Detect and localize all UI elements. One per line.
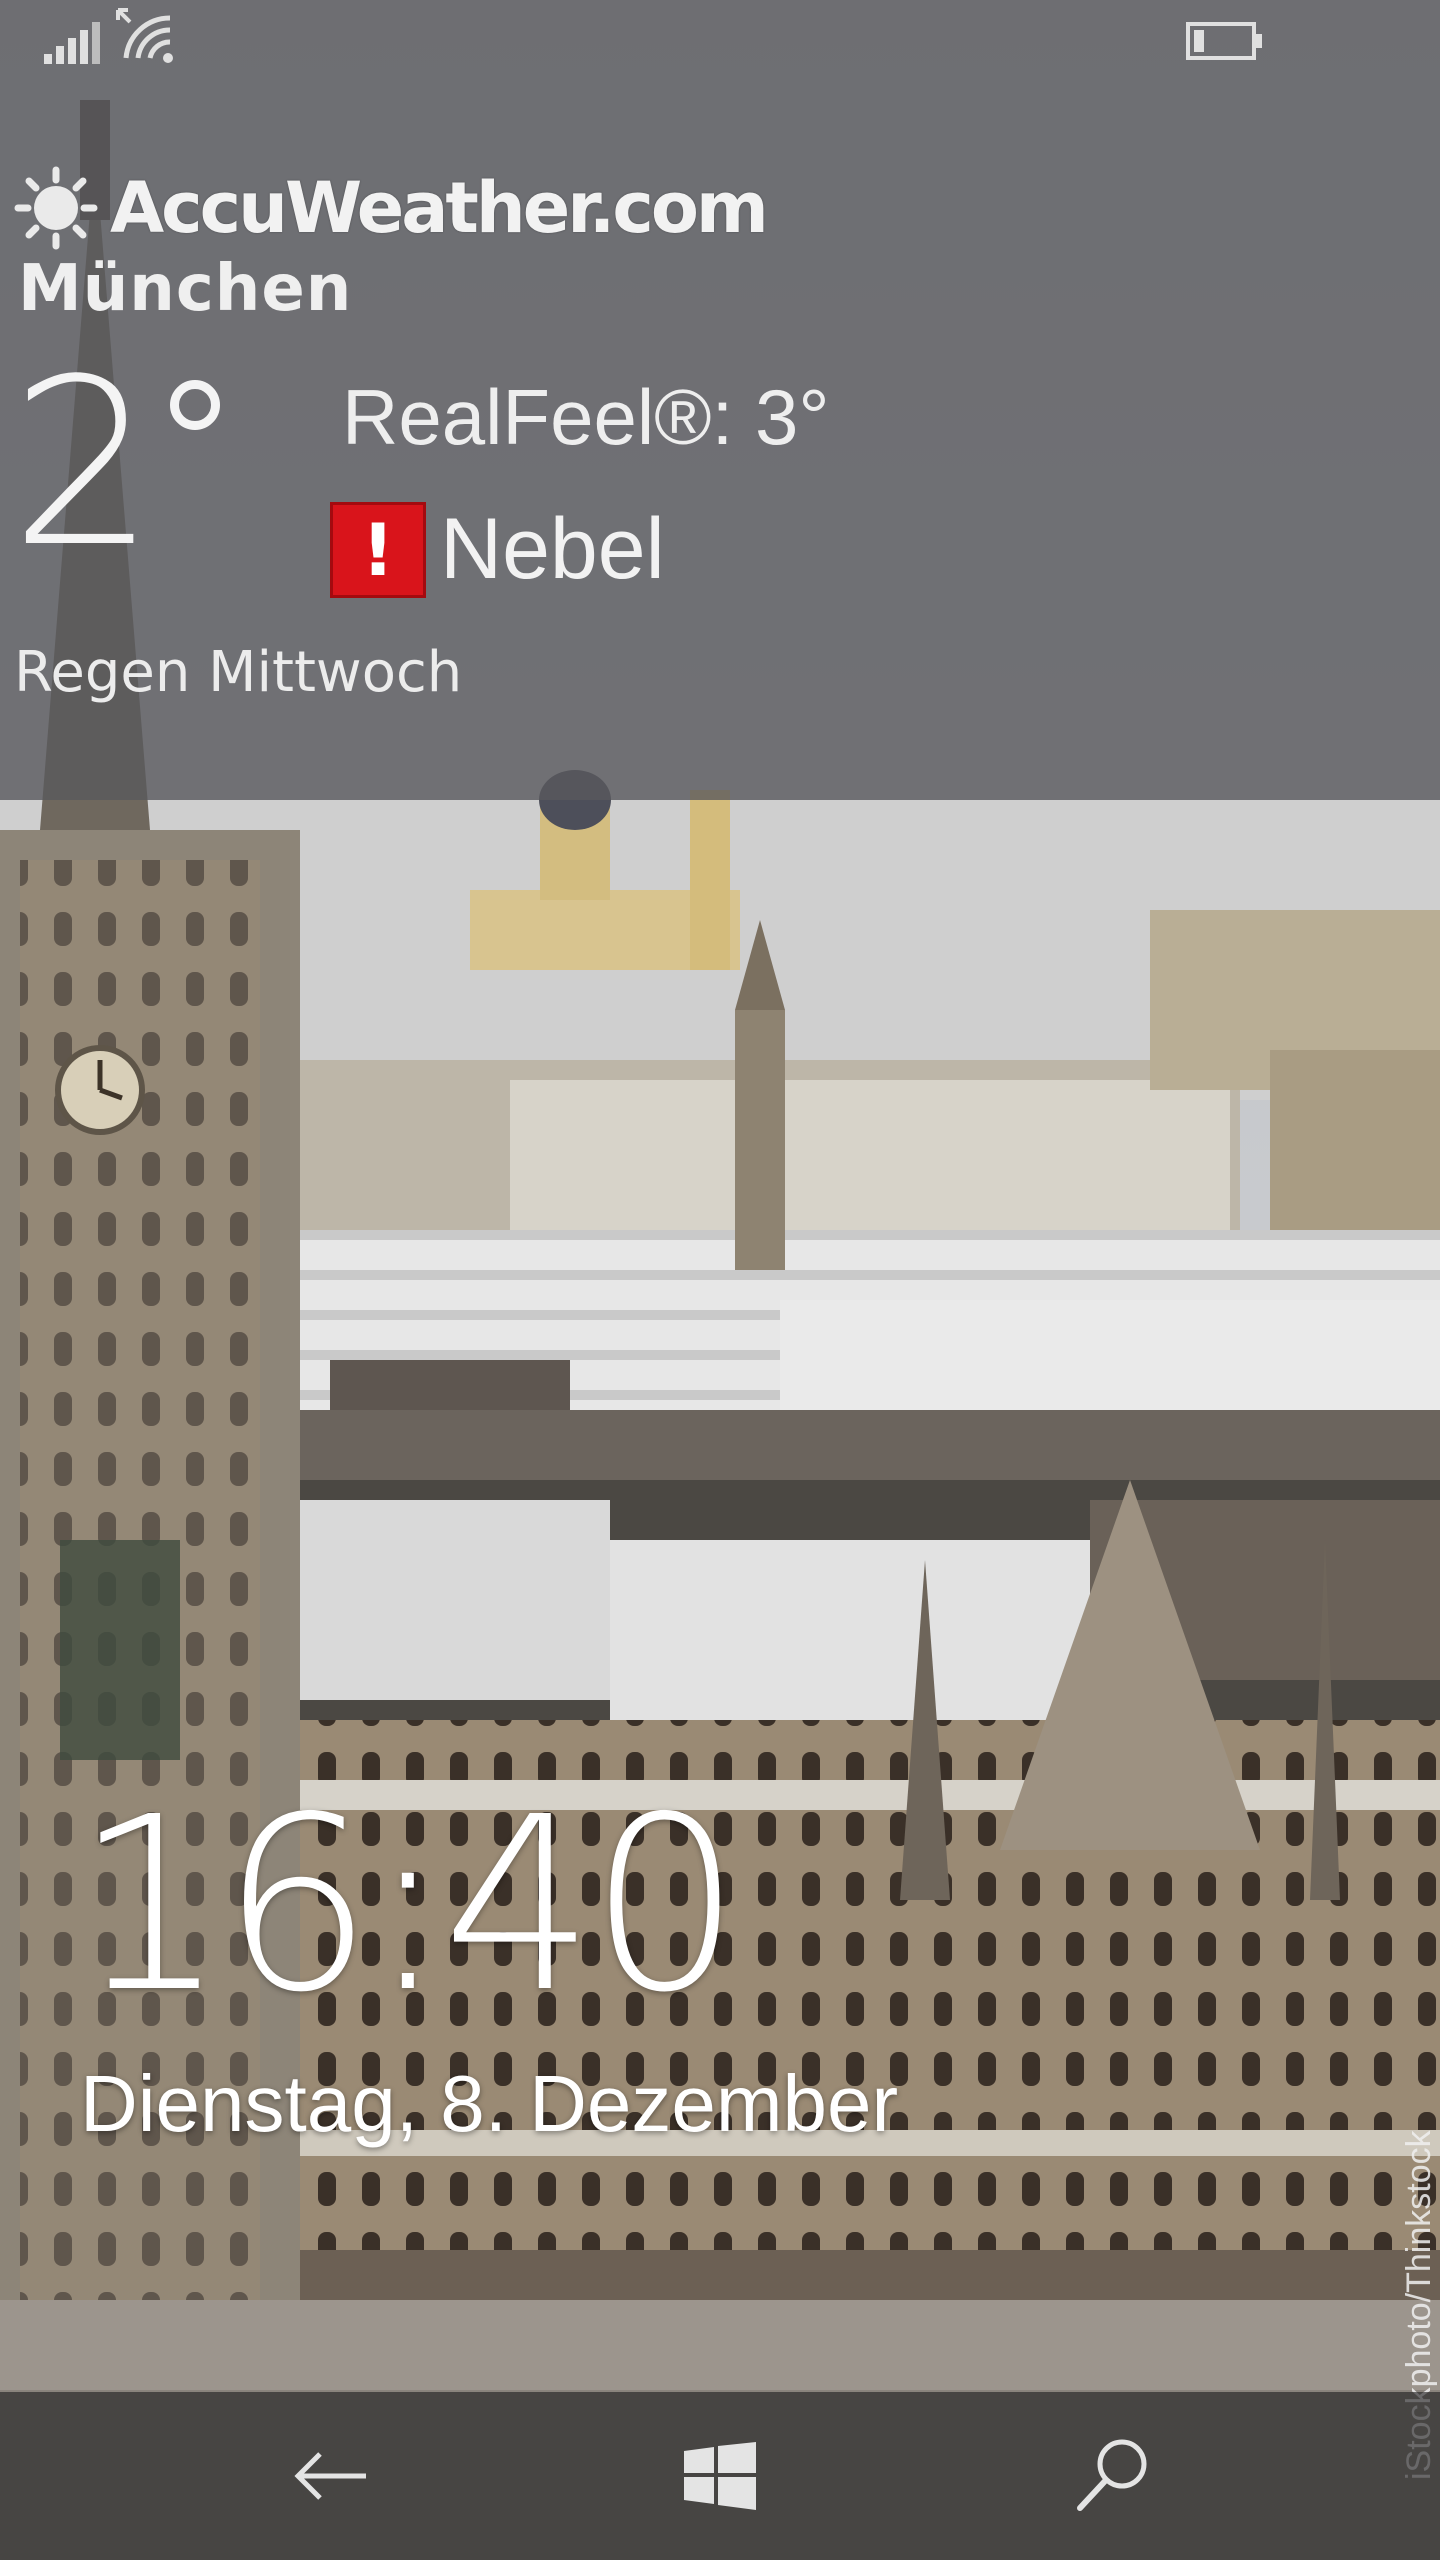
forecast-text: Regen Mittwoch <box>14 640 463 705</box>
degree-symbol <box>170 380 220 430</box>
sun-icon <box>14 166 98 250</box>
status-bar <box>0 0 1440 80</box>
signal-bars-icon <box>44 22 100 64</box>
alert-icon: ! <box>330 501 426 598</box>
wifi-icon <box>116 8 173 63</box>
realfeel-temperature: RealFeel®: 3° <box>342 373 830 461</box>
temperature-value: 2 <box>10 331 157 598</box>
battery-icon <box>1186 22 1262 60</box>
city-name: München <box>18 252 353 326</box>
lock-date: Dienstag, 8. Dezember <box>80 2059 899 2148</box>
condition-text: Nebel <box>440 501 665 597</box>
weather-condition: ! Nebel <box>330 500 665 599</box>
accuweather-brand: AccuWeather.com <box>14 158 769 258</box>
search-icon <box>1077 2439 1147 2511</box>
lock-time: 16:40 <box>74 1765 742 2045</box>
start-button[interactable] <box>670 2426 770 2526</box>
windows-logo-icon <box>684 2442 756 2510</box>
navigation-bar <box>0 2392 1440 2560</box>
back-button[interactable] <box>280 2426 380 2526</box>
back-arrow-icon <box>294 2452 366 2500</box>
provider-name: AccuWeather.com <box>110 167 769 249</box>
search-button[interactable] <box>1062 2426 1162 2526</box>
